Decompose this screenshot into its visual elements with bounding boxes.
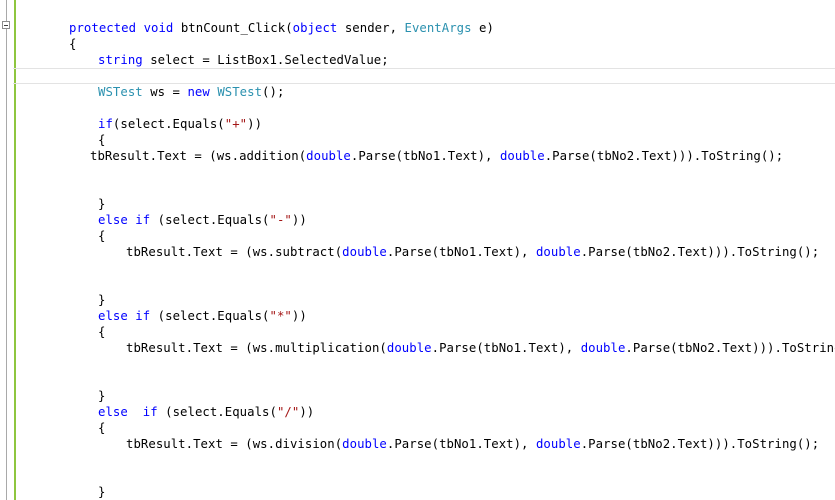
code-line[interactable]: } (98, 484, 105, 500)
code-line[interactable]: WSTest ws = new WSTest(); (98, 84, 284, 100)
code-line[interactable]: { (98, 420, 105, 436)
keyword-token: double (535, 245, 581, 259)
code-token: (select.Equals( (157, 405, 277, 419)
code-token: )) (291, 309, 307, 323)
keyword-token: if (142, 405, 158, 419)
code-token: tbResult.Text = (ws.division( (126, 437, 343, 451)
code-token: .Parse(tbNo1.Text), (350, 149, 500, 163)
string-token: "/" (276, 405, 300, 419)
keyword-token: double (342, 437, 387, 451)
code-token: btnCount_Click( (173, 21, 293, 35)
code-line[interactable]: { (98, 132, 105, 148)
keyword-token: double (386, 341, 432, 355)
code-token: .Parse(tbNo1.Text), (386, 437, 536, 451)
type-token: EventArgs (404, 21, 472, 35)
code-token: } (98, 389, 106, 403)
code-token: { (98, 421, 106, 435)
outlining-line (6, 0, 7, 500)
code-token: } (98, 485, 106, 499)
type-token: WSTest (217, 85, 263, 99)
string-token: "-" (269, 213, 292, 227)
code-token: .Parse(tbNo2.Text))).ToString(); (580, 245, 820, 259)
code-line[interactable]: tbResult.Text = (ws.addition(double.Pars… (90, 148, 783, 164)
code-token: sender, (337, 21, 405, 35)
outlining-gutter (0, 0, 13, 500)
collapse-minus-icon[interactable] (2, 21, 10, 29)
code-token: (select.Equals( (150, 213, 270, 227)
current-line-highlight (13, 68, 835, 84)
code-token: { (98, 229, 106, 243)
code-line[interactable]: } (98, 388, 105, 404)
code-token: .Parse(tbNo2.Text))).ToString(); (625, 341, 835, 355)
code-line[interactable]: tbResult.Text = (ws.subtract(double.Pars… (126, 244, 819, 260)
keyword-token: if (135, 309, 151, 323)
code-line[interactable]: string select = ListBox1.SelectedValue; (98, 52, 389, 68)
code-token: )) (247, 117, 263, 131)
code-line[interactable]: tbResult.Text = (ws.division(double.Pars… (126, 436, 819, 452)
code-line[interactable]: } (98, 292, 105, 308)
keyword-token: else (98, 213, 128, 227)
keyword-token: double (580, 341, 626, 355)
code-token: } (98, 293, 106, 307)
code-editor[interactable]: protected void btnCount_Click(object sen… (0, 0, 835, 500)
keyword-token: double (342, 245, 387, 259)
code-line[interactable]: else if (select.Equals("/")) (98, 404, 314, 420)
code-token: e) (471, 21, 494, 35)
code-token: .Parse(tbNo2.Text))).ToString(); (544, 149, 784, 163)
keyword-token: object (292, 21, 338, 35)
keyword-token: if (98, 117, 113, 131)
keyword-token: string (98, 53, 143, 67)
code-token: tbResult.Text = (ws.addition( (90, 149, 307, 163)
keyword-token: void (143, 21, 174, 35)
code-line[interactable]: { (98, 324, 105, 340)
code-line[interactable]: tbResult.Text = (ws.multiplication(doubl… (126, 340, 835, 356)
code-token: { (98, 325, 106, 339)
code-token: (select.Equals( (112, 117, 225, 131)
code-line[interactable]: if(select.Equals("+")) (98, 116, 262, 132)
code-line[interactable]: protected void btnCount_Click(object sen… (69, 20, 494, 36)
code-line[interactable]: else if (select.Equals("*")) (98, 308, 307, 324)
keyword-token: new (187, 85, 210, 99)
code-token: .Parse(tbNo1.Text), (431, 341, 581, 355)
code-token: (); (262, 85, 285, 99)
keyword-token: double (306, 149, 351, 163)
code-token: .Parse(tbNo1.Text), (386, 245, 536, 259)
code-token: ws = (142, 85, 188, 99)
code-token: } (98, 197, 106, 211)
keyword-token: else (98, 309, 128, 323)
string-token: "*" (269, 309, 292, 323)
keyword-token: if (135, 213, 151, 227)
keyword-token: else (98, 405, 128, 419)
code-line[interactable]: { (98, 228, 105, 244)
code-token: { (98, 133, 106, 147)
code-token: (select.Equals( (150, 309, 270, 323)
type-token: WSTest (98, 85, 143, 99)
code-token: .Parse(tbNo2.Text))).ToString(); (580, 437, 820, 451)
code-token: )) (299, 405, 315, 419)
keyword-token: protected (69, 21, 137, 35)
code-token: tbResult.Text = (ws.subtract( (126, 245, 343, 259)
code-line[interactable]: } (98, 196, 105, 212)
code-token: tbResult.Text = (ws.multiplication( (126, 341, 387, 355)
code-token: )) (291, 213, 307, 227)
code-line[interactable]: { (69, 36, 76, 52)
keyword-token: double (535, 437, 581, 451)
keyword-token: double (499, 149, 545, 163)
string-token: "+" (224, 117, 248, 131)
code-token: { (69, 37, 77, 51)
code-token: select = ListBox1.SelectedValue; (142, 53, 389, 67)
code-line[interactable]: else if (select.Equals("-")) (98, 212, 307, 228)
